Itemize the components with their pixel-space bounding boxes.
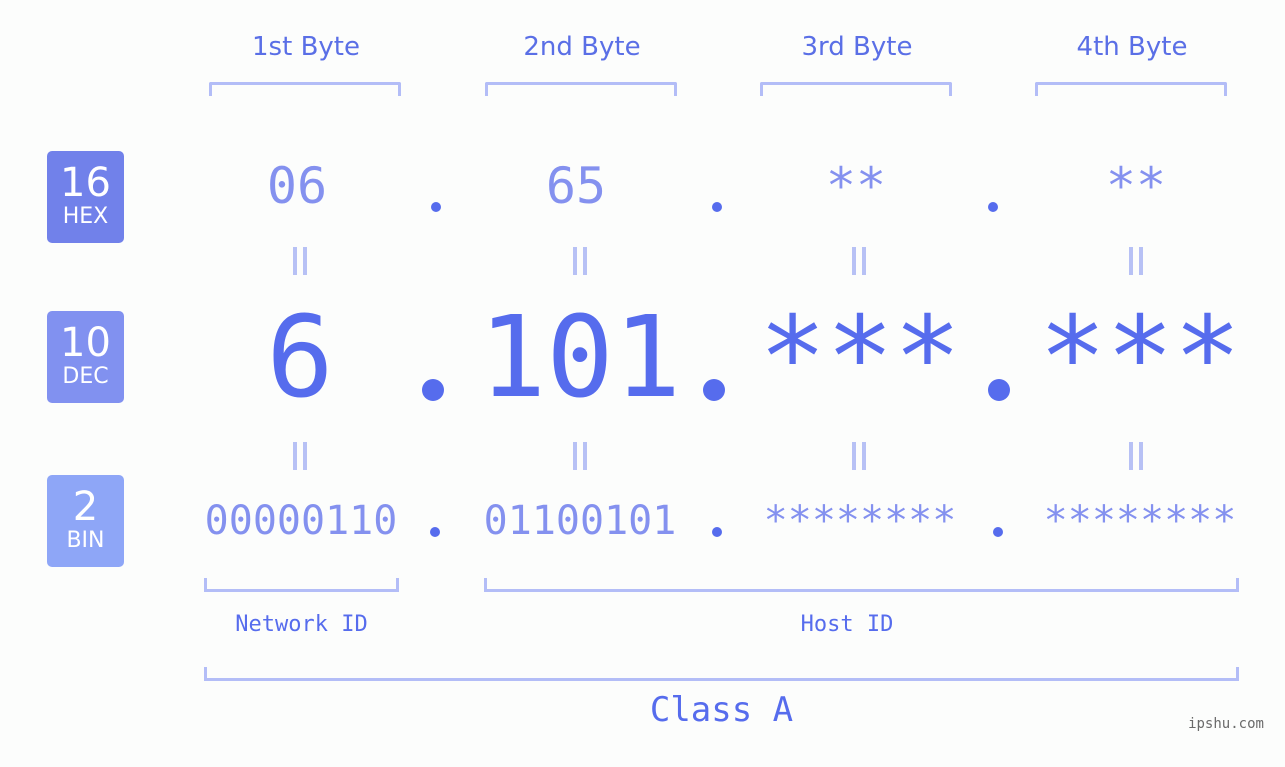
- byte-header-1: 1st Byte: [252, 32, 360, 62]
- hex-base-label: HEX: [62, 204, 109, 229]
- bin-value-3: ********: [763, 498, 957, 544]
- bin-value-1: 00000110: [204, 498, 398, 544]
- byte-bracket-2: [485, 82, 677, 96]
- dec-separator-dot-3: [988, 379, 1010, 401]
- network-id-bracket: [204, 578, 399, 592]
- network-id-label: Network ID: [235, 612, 368, 637]
- hex-separator-dot-3: [988, 202, 998, 212]
- bin-base-label: BIN: [66, 528, 105, 553]
- hex-separator-dot-2: [712, 202, 722, 212]
- hex-base-number: 16: [60, 160, 111, 206]
- hex-value-4: **: [1105, 157, 1167, 215]
- dec-separator-dot-2: [703, 379, 725, 401]
- host-id-bracket: [484, 578, 1239, 592]
- byte-header-4: 4th Byte: [1076, 32, 1188, 62]
- dec-base-number: 10: [60, 320, 111, 366]
- bin-separator-dot-3: [993, 527, 1003, 537]
- hex-value-3: **: [825, 157, 887, 215]
- class-bracket: [204, 667, 1239, 681]
- dec-value-2: 101: [478, 293, 682, 423]
- dec-value-4: ***: [1038, 293, 1242, 423]
- byte-bracket-3: [760, 82, 952, 96]
- equals-icon: [291, 247, 311, 275]
- hex-separator-dot-1: [431, 202, 441, 212]
- dec-value-1: 6: [266, 293, 334, 423]
- bin-separator-dot-1: [430, 527, 440, 537]
- equals-icon: [850, 247, 870, 275]
- hex-badge: 16 HEX: [47, 151, 124, 243]
- watermark: ipshu.com: [1188, 716, 1264, 732]
- dec-separator-dot-1: [422, 379, 444, 401]
- equals-icon: [1127, 442, 1147, 470]
- dec-badge: 10 DEC: [47, 311, 124, 403]
- class-label: Class A: [649, 690, 794, 730]
- bin-value-2: 01100101: [483, 498, 677, 544]
- hex-value-2: 65: [545, 157, 607, 215]
- equals-icon: [571, 442, 591, 470]
- bin-value-4: ********: [1043, 498, 1237, 544]
- host-id-label: Host ID: [800, 612, 894, 637]
- byte-bracket-4: [1035, 82, 1227, 96]
- dec-base-label: DEC: [62, 364, 109, 389]
- byte-header-3: 3rd Byte: [801, 32, 913, 62]
- bin-separator-dot-2: [712, 527, 722, 537]
- equals-icon: [571, 247, 591, 275]
- bin-badge: 2 BIN: [47, 475, 124, 567]
- equals-icon: [291, 442, 311, 470]
- bin-base-number: 2: [72, 484, 99, 530]
- dec-value-3: ***: [758, 293, 962, 423]
- equals-icon: [850, 442, 870, 470]
- equals-icon: [1127, 247, 1147, 275]
- byte-bracket-1: [209, 82, 401, 96]
- hex-value-1: 06: [266, 157, 328, 215]
- byte-header-2: 2nd Byte: [523, 32, 641, 62]
